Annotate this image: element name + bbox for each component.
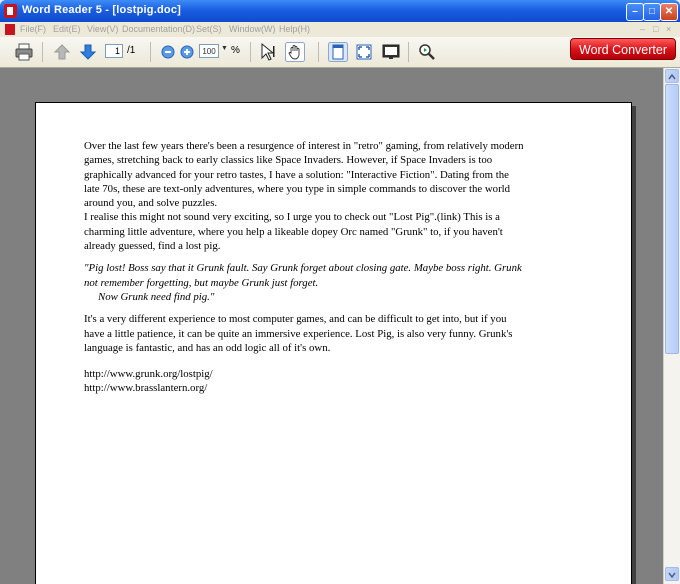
app-window: Word Reader 5 - [lostpig.doc] – □ ✕ File…: [0, 0, 680, 584]
link-grunk[interactable]: http://www.grunk.org/lostpig/: [84, 367, 524, 381]
mdi-minimize-icon[interactable]: –: [640, 24, 645, 34]
mdi-restore-icon[interactable]: □: [653, 24, 658, 34]
link-brasslantern[interactable]: http://www.brasslantern.org/: [84, 381, 524, 395]
paragraph-intro: Over the last few years there's been a r…: [84, 140, 524, 210]
document-content: Over the last few years there's been a r…: [84, 139, 524, 396]
toolbar-separator: [318, 42, 319, 62]
quote-grunk-continued: Now Grunk need find pig.": [98, 290, 215, 303]
vertical-scrollbar[interactable]: [663, 68, 680, 584]
chevron-down-icon: [668, 572, 676, 579]
toolbar-separator: [150, 42, 151, 62]
select-tool-icon[interactable]: [258, 42, 278, 62]
document-icon[interactable]: [5, 24, 15, 35]
page-number-input[interactable]: [105, 44, 123, 58]
mdi-close-icon[interactable]: ×: [666, 24, 671, 34]
hand-tool-icon[interactable]: [285, 42, 305, 62]
document-viewport[interactable]: Over the last few years there's been a r…: [0, 68, 663, 584]
menu-file[interactable]: File(F): [20, 24, 46, 34]
next-page-icon[interactable]: [78, 42, 98, 62]
zoom-unit: %: [231, 45, 240, 56]
menu-window[interactable]: Window(W): [229, 24, 276, 34]
page-total: /1: [127, 45, 136, 56]
chevron-up-icon: [668, 73, 676, 80]
scroll-up-button[interactable]: [665, 69, 679, 83]
toolbar-separator: [250, 42, 251, 62]
menu-bar: File(F) Edit(E) View(V) Documentation(D)…: [0, 22, 680, 37]
fit-page-icon[interactable]: [354, 42, 374, 62]
menu-help[interactable]: Help(H): [279, 24, 310, 34]
word-converter-button[interactable]: Word Converter: [570, 38, 676, 60]
paragraph-experience: It's a very different experience to most…: [84, 313, 513, 354]
print-icon[interactable]: [14, 42, 34, 62]
find-icon[interactable]: [417, 42, 437, 62]
menu-set[interactable]: Set(S): [196, 24, 222, 34]
close-button[interactable]: ✕: [660, 3, 678, 21]
full-screen-icon[interactable]: [381, 42, 401, 62]
minimize-button[interactable]: –: [626, 3, 644, 21]
app-icon[interactable]: [4, 4, 17, 18]
chevron-down-icon[interactable]: ▼: [221, 45, 228, 52]
menu-documentation[interactable]: Documentation(D): [122, 24, 195, 34]
previous-page-icon[interactable]: [52, 42, 72, 62]
window-title: Word Reader 5 - [lostpig.doc]: [22, 4, 181, 16]
scroll-thumb[interactable]: [665, 84, 679, 354]
quote-grunk: "Pig lost! Boss say that it Grunk fault.…: [84, 262, 522, 289]
toolbar-separator: [408, 42, 409, 62]
menu-view[interactable]: View(V): [87, 24, 118, 34]
scroll-down-button[interactable]: [665, 567, 679, 581]
zoom-select[interactable]: 100: [199, 44, 219, 58]
zoom-in-icon[interactable]: [177, 42, 197, 62]
maximize-button[interactable]: □: [643, 3, 661, 21]
paragraph-lost-pig: I realise this might not sound very exci…: [84, 211, 503, 253]
menu-edit[interactable]: Edit(E): [53, 24, 81, 34]
zoom-out-icon[interactable]: [158, 42, 178, 62]
single-page-view-icon[interactable]: [328, 42, 348, 62]
toolbar-separator: [42, 42, 43, 62]
title-bar[interactable]: Word Reader 5 - [lostpig.doc] – □ ✕: [0, 0, 680, 22]
